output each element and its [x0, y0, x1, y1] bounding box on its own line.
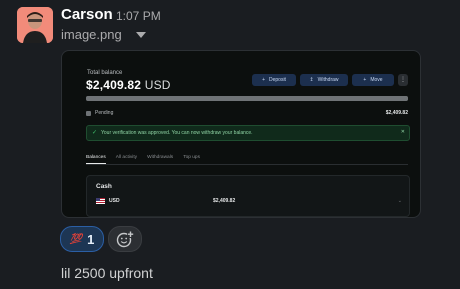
- pending-row: Pending: [86, 110, 113, 116]
- withdraw-button: ↥ Withdraw: [300, 74, 348, 86]
- verification-alert: ✓ Your verification was approved. You ca…: [86, 125, 410, 141]
- tab-withdrawals: Withdrawals: [147, 155, 174, 160]
- pending-amount: $2,409.82: [385, 110, 408, 116]
- pending-swatch-icon: [86, 110, 91, 116]
- reaction-100[interactable]: 💯 1: [60, 226, 104, 252]
- card-title: Cash: [96, 183, 112, 190]
- balance-bar: [86, 96, 408, 101]
- file-name: image.png: [61, 27, 122, 42]
- hundred-points-icon: 💯: [69, 233, 83, 245]
- total-balance-label: Total balance: [87, 70, 123, 76]
- plus-icon: +: [363, 77, 367, 83]
- us-flag-icon: [96, 198, 105, 204]
- chevron-down-icon[interactable]: [135, 31, 146, 38]
- tabs-divider: [86, 164, 408, 165]
- row-currency: USD: [109, 198, 120, 204]
- add-emoji-icon: [116, 231, 134, 248]
- file-name-row[interactable]: image.png: [61, 27, 146, 42]
- more-options-icon: ⋮: [398, 74, 408, 86]
- balance-value: $2,409.82: [86, 78, 142, 92]
- close-icon: ✕: [400, 129, 405, 135]
- deposit-button: + Deposit: [252, 74, 296, 86]
- balance-currency: USD: [144, 78, 171, 92]
- total-balance-amount: $2,409.82 USD: [86, 78, 171, 92]
- pending-label: Pending: [95, 110, 114, 116]
- plus-icon: +: [262, 77, 265, 83]
- tab-bar: Balances All activity Withdrawals Top up…: [86, 155, 200, 164]
- alert-message: Your verification was approved. You can …: [101, 130, 253, 136]
- check-icon: ✓: [92, 130, 98, 136]
- reaction-count: 1: [87, 231, 95, 247]
- cash-card: Cash USD $2,409.82 ⌄: [86, 175, 410, 217]
- tab-balances: Balances: [86, 155, 106, 164]
- timestamp[interactable]: 1:07 PM: [116, 9, 161, 23]
- withdraw-label: Withdraw: [317, 77, 339, 83]
- add-reaction-button[interactable]: [108, 226, 142, 252]
- balance-bar-fill: [86, 96, 408, 101]
- tab-top-ups: Top ups: [183, 155, 200, 160]
- move-label: Move: [370, 77, 383, 83]
- author-name[interactable]: Carson: [61, 6, 113, 23]
- avatar[interactable]: [17, 7, 53, 43]
- upload-icon: ↥: [309, 77, 314, 83]
- chevron-down-icon: ⌄: [397, 198, 402, 204]
- image-attachment[interactable]: Total balance $2,409.82 USD + Deposit ↥ …: [61, 50, 421, 218]
- tab-all-activity: All activity: [115, 155, 138, 160]
- message-text: lil 2500 upfront: [61, 265, 153, 281]
- deposit-label: Deposit: [268, 77, 286, 83]
- row-amount: $2,409.82: [213, 198, 236, 204]
- move-button: + Move: [352, 74, 394, 86]
